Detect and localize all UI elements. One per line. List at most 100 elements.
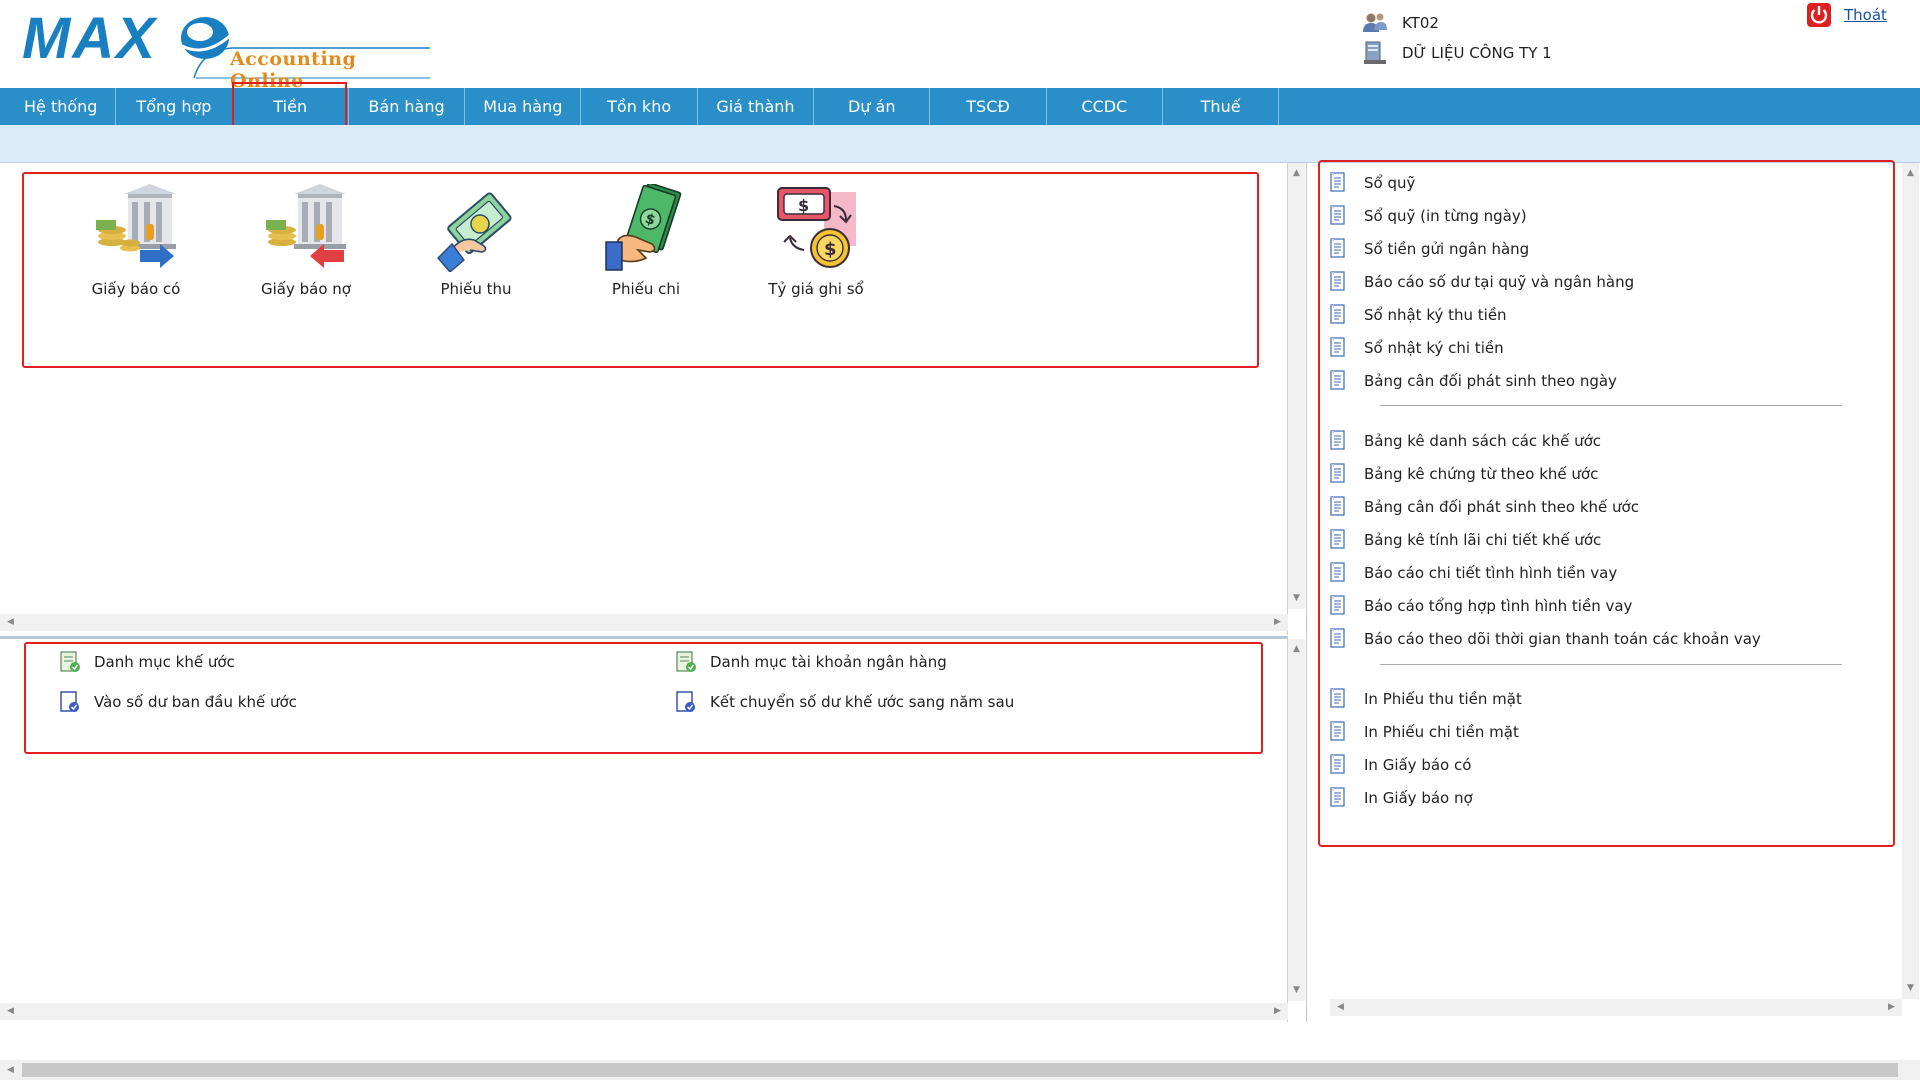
database-row: DỮ LIỆU CÔNG TY 1 (1362, 38, 1682, 68)
report-link-label: In Giấy báo có (1364, 756, 1472, 774)
report-link[interactable]: Sổ tiền gửi ngân hàng (1330, 236, 1529, 262)
svg-text:$: $ (824, 239, 837, 260)
report-doc-icon (1330, 529, 1345, 549)
bank-credit-icon[interactable] (94, 184, 178, 272)
logout-link[interactable]: Thoát (1844, 6, 1887, 24)
report-doc-icon (1330, 172, 1345, 192)
nav-tong-hop[interactable]: Tổng hợp (116, 88, 233, 125)
report-doc-icon (1330, 370, 1345, 390)
report-link-label: Báo cáo chi tiết tình hình tiền vay (1364, 564, 1618, 582)
tile-phieu-chi[interactable]: $ Phiếu chi (571, 184, 721, 304)
report-link[interactable]: In Phiếu thu tiền mặt (1330, 686, 1522, 712)
report-link[interactable]: Sổ quỹ (in từng ngày) (1330, 203, 1527, 229)
tile-phieu-thu[interactable]: Phiếu thu (401, 184, 551, 304)
link-vao-so-du-ban-dau-khe-uoc[interactable]: Vào số dư ban đầu khế ước (58, 690, 297, 714)
document-check-icon (676, 691, 695, 712)
report-link[interactable]: Bảng kê chứng từ theo khế ước (1330, 461, 1598, 487)
catalog-pane-vscroll[interactable]: ▲ ▼ (1288, 639, 1305, 1001)
report-doc-icon (1330, 337, 1345, 357)
report-doc-icon (1330, 562, 1345, 582)
report-doc-icon (1330, 688, 1345, 708)
report-doc-icon (1330, 754, 1345, 774)
report-doc-icon (1330, 463, 1345, 483)
report-link[interactable]: Báo cáo theo dõi thời gian thanh toán cá… (1330, 626, 1761, 652)
report-link[interactable]: Sổ quỹ (1330, 170, 1415, 196)
tile-giay-bao-co[interactable]: Giấy báo có (61, 184, 211, 304)
catalog-icon (676, 651, 696, 672)
report-link-label: Bảng cân đối phát sinh theo ngày (1364, 372, 1617, 390)
nav-tscd[interactable]: TSCĐ (930, 88, 1047, 125)
report-link[interactable]: Bảng cân đối phát sinh theo ngày (1330, 368, 1617, 394)
nav-gia-thanh[interactable]: Giá thành (698, 88, 815, 125)
report-link[interactable]: In Giấy báo có (1330, 752, 1471, 778)
report-doc-icon (1330, 205, 1345, 225)
shortcut-pane-hscroll[interactable]: ◀ ▶ (0, 614, 1288, 631)
report-link[interactable]: Báo cáo số dư tại quỹ và ngân hàng (1330, 269, 1634, 295)
user-code: KT02 (1402, 14, 1439, 32)
link-danh-muc-tai-khoan-ngan-hang[interactable]: Danh mục tài khoản ngân hàng (674, 650, 947, 674)
database-name: DỮ LIỆU CÔNG TY 1 (1402, 44, 1552, 62)
report-doc-icon (1330, 304, 1345, 324)
report-link[interactable]: Sổ nhật ký chi tiền (1330, 335, 1504, 361)
cash-payment-icon[interactable]: $ (604, 184, 688, 272)
report-link[interactable]: Báo cáo chi tiết tình hình tiền vay (1330, 560, 1617, 586)
nav-mua-hang[interactable]: Mua hàng (465, 88, 582, 125)
report-link-label: Sổ quỹ (in từng ngày) (1364, 207, 1527, 225)
max-logo[interactable]: MAX Accounting Online (22, 8, 430, 92)
report-doc-icon (1330, 721, 1345, 741)
active-tab-highlight (232, 82, 347, 128)
user-row: KT02 (1362, 8, 1682, 38)
report-link-label: Báo cáo số dư tại quỹ và ngân hàng (1364, 273, 1635, 291)
link-danh-muc-khe-uoc[interactable]: Danh mục khế ước (58, 650, 235, 674)
report-doc-icon (1330, 628, 1345, 648)
tile-ty-gia-ghi-so[interactable]: $ $ Tỷ giá ghi sổ (741, 184, 891, 304)
svg-text:$: $ (798, 196, 809, 215)
tile-giay-bao-no[interactable]: Giấy báo nợ (231, 184, 381, 304)
nav-thue[interactable]: Thuế (1163, 88, 1280, 125)
nav-du-an[interactable]: Dự án (814, 88, 931, 125)
report-link-label: Bảng kê danh sách các khế ước (1364, 432, 1602, 450)
tile-label: Phiếu thu (440, 280, 512, 298)
tile-label: Giấy báo có (91, 280, 181, 298)
user-info: KT02 DỮ LIỆU CÔNG TY 1 (1362, 8, 1682, 68)
report-link[interactable]: Bảng kê tính lãi chi tiết khế ước (1330, 527, 1601, 553)
power-icon[interactable] (1806, 2, 1832, 28)
nav-ton-kho[interactable]: Tồn kho (581, 88, 698, 125)
tile-label: Giấy báo nợ (261, 280, 351, 298)
report-doc-icon (1330, 238, 1345, 258)
report-doc-icon (1330, 430, 1345, 450)
report-link-label: Bảng cân đối phát sinh theo khế ước (1364, 498, 1639, 516)
catalog-icon (60, 651, 80, 672)
report-link[interactable]: Bảng kê danh sách các khế ước (1330, 428, 1601, 454)
report-link[interactable]: Sổ nhật ký thu tiền (1330, 302, 1507, 328)
report-pane-hscroll[interactable]: ◀ ▶ (1330, 999, 1902, 1016)
database-icon (1364, 41, 1386, 64)
report-doc-icon (1330, 595, 1345, 615)
report-link[interactable]: Báo cáo tổng hợp tình hình tiền vay (1330, 593, 1632, 619)
shortcut-pane-vscroll[interactable]: ▲ ▼ (1288, 163, 1305, 609)
report-pane-vscroll[interactable]: ▲ ▼ (1902, 163, 1919, 999)
link-ket-chuyen-so-du-khe-uoc[interactable]: Kết chuyển số dư khế ước sang năm sau (674, 690, 1014, 714)
report-doc-icon (1330, 496, 1345, 516)
report-link-label: In Giấy báo nợ (1364, 789, 1473, 807)
page-hscroll-thumb[interactable] (22, 1063, 1898, 1077)
report-link[interactable]: In Giấy báo nợ (1330, 785, 1473, 811)
report-link-label: Sổ quỹ (1364, 174, 1416, 192)
cash-receipt-icon[interactable] (434, 184, 518, 272)
exchange-rate-icon[interactable]: $ $ (774, 184, 858, 272)
logout[interactable]: Thoát (1806, 2, 1887, 28)
document-check-icon (60, 691, 79, 712)
report-link-label: In Phiếu chi tiền mặt (1364, 723, 1519, 741)
bank-debit-icon[interactable] (264, 184, 348, 272)
report-link-label: Báo cáo tổng hợp tình hình tiền vay (1364, 597, 1633, 615)
catalog-pane-hscroll[interactable]: ◀ ▶ (0, 1003, 1288, 1020)
report-separator (1380, 664, 1842, 665)
report-link-label: Sổ nhật ký thu tiền (1364, 306, 1507, 324)
nav-ccdc[interactable]: CCDC (1047, 88, 1163, 125)
toolbar-strip (0, 125, 1920, 163)
nav-he-thong[interactable]: Hệ thống (0, 88, 117, 125)
tile-label: Tỷ giá ghi sổ (768, 280, 864, 298)
nav-ban-hang[interactable]: Bán hàng (349, 88, 466, 125)
report-link[interactable]: Bảng cân đối phát sinh theo khế ước (1330, 494, 1639, 520)
report-link[interactable]: In Phiếu chi tiền mặt (1330, 719, 1519, 745)
